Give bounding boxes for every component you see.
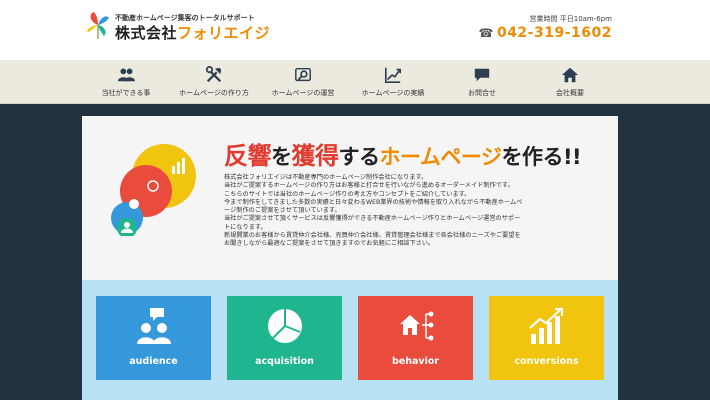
home-icon: [561, 67, 579, 83]
intro-line: 当社がご提案するホームページの作り方はお客様と打合せを行いながら進めるオーダーメ…: [224, 182, 514, 190]
tile-label: conversions: [514, 356, 579, 367]
nav-item-label: ホームページの作り方: [179, 89, 249, 97]
site-header: 不動産ホームページ集客のトータルサポート 株式会社フォリエイジ 営業時間 平日1…: [0, 0, 710, 60]
search-icon: [295, 67, 311, 82]
nav-item-label: ホームページの運営: [271, 89, 335, 97]
nav-item-how-to-build[interactable]: ホームページの作り方: [164, 60, 264, 104]
headline-part: 獲得: [291, 142, 340, 170]
headline-part: ホームページ: [379, 145, 502, 169]
feature-tiles: audience acquisition behavior conversion…: [82, 280, 618, 400]
tile-acquisition[interactable]: acquisition: [227, 296, 342, 380]
nav-item-label: お問合せ: [468, 89, 496, 97]
conversions-chart-icon: [529, 307, 564, 344]
sitemap-icon: [400, 311, 434, 341]
growth-chart-icon: [384, 67, 402, 84]
intro-line: 当社がご提案させて頂くサービスは反響獲得ができる不動産ホームページ作りとホームペ…: [224, 215, 521, 223]
nav-item-company[interactable]: 会社概要: [520, 60, 620, 104]
phone-number[interactable]: ☎ 042-319-1602: [479, 25, 613, 41]
headline-part: を作る!!: [501, 145, 582, 169]
speech-bubble-icon: [474, 68, 490, 82]
users-icon: [117, 68, 135, 82]
intro-line: トになります。: [224, 223, 267, 231]
nav-item-services[interactable]: 当社ができる事: [76, 60, 176, 104]
tile-label: behavior: [391, 356, 440, 367]
intro-text: 株式会社フォリエイジは不動産専門のホームページ制作会社になります。 当社がご提案…: [224, 174, 604, 249]
intro-line: こちらのサイトでは当社のホームページ作りの考え方やコンセプトをご紹介しています。: [224, 190, 471, 198]
pie-chart-icon: [268, 309, 302, 343]
company-logo-icon[interactable]: [86, 10, 110, 40]
company-name[interactable]: 株式会社フォリエイジ: [115, 22, 270, 43]
headline-part: を: [271, 145, 292, 169]
nav-item-results[interactable]: ホームページの実績: [343, 60, 443, 104]
tile-label: audience: [129, 356, 178, 367]
hero-headline: 反響を獲得するホームページを作る!!: [224, 136, 582, 171]
company-prefix: 株式会社: [115, 24, 178, 42]
business-hours: 営業時間 平日10am-6pm: [529, 15, 612, 23]
intro-line: お聞きしながら最適なご提案をさせて頂きますのでお気軽にご相談下さい。: [224, 240, 435, 248]
headline-part: する: [338, 145, 381, 169]
audience-icon: [137, 308, 171, 344]
nav-item-label: 当社ができる事: [101, 89, 151, 97]
tile-audience[interactable]: audience: [96, 296, 211, 380]
telephone-icon: ☎: [478, 26, 494, 40]
intro-line: 今まで制作をしてきました多数の実績と日々変わるWEB業界の技術や情報を取り入れな…: [224, 198, 523, 206]
headline-part: 反響: [224, 142, 272, 170]
tile-behavior[interactable]: behavior: [358, 296, 473, 380]
nav-item-operation[interactable]: ホームページの運営: [253, 60, 353, 104]
nav-item-label: 会社概要: [556, 89, 584, 97]
tile-label: acquisition: [255, 356, 314, 367]
main-nav: 当社ができる事 ホームページの作り方 ホームページの運営 ホームページの実績 お…: [0, 60, 710, 104]
phone-number-text: 042-319-1602: [496, 25, 612, 41]
tile-conversions[interactable]: conversions: [489, 296, 604, 380]
nav-item-contact[interactable]: お問合せ: [432, 60, 532, 104]
tools-icon: [205, 66, 222, 83]
main-panel: 反響を獲得するホームページを作る!! 株式会社フォリエイジは不動産専門のホームペ…: [82, 116, 618, 400]
nav-item-label: ホームページの実績: [361, 89, 425, 97]
company-name-kana: フォリエイジ: [177, 24, 271, 42]
hero-circles-graphic: [111, 144, 196, 236]
